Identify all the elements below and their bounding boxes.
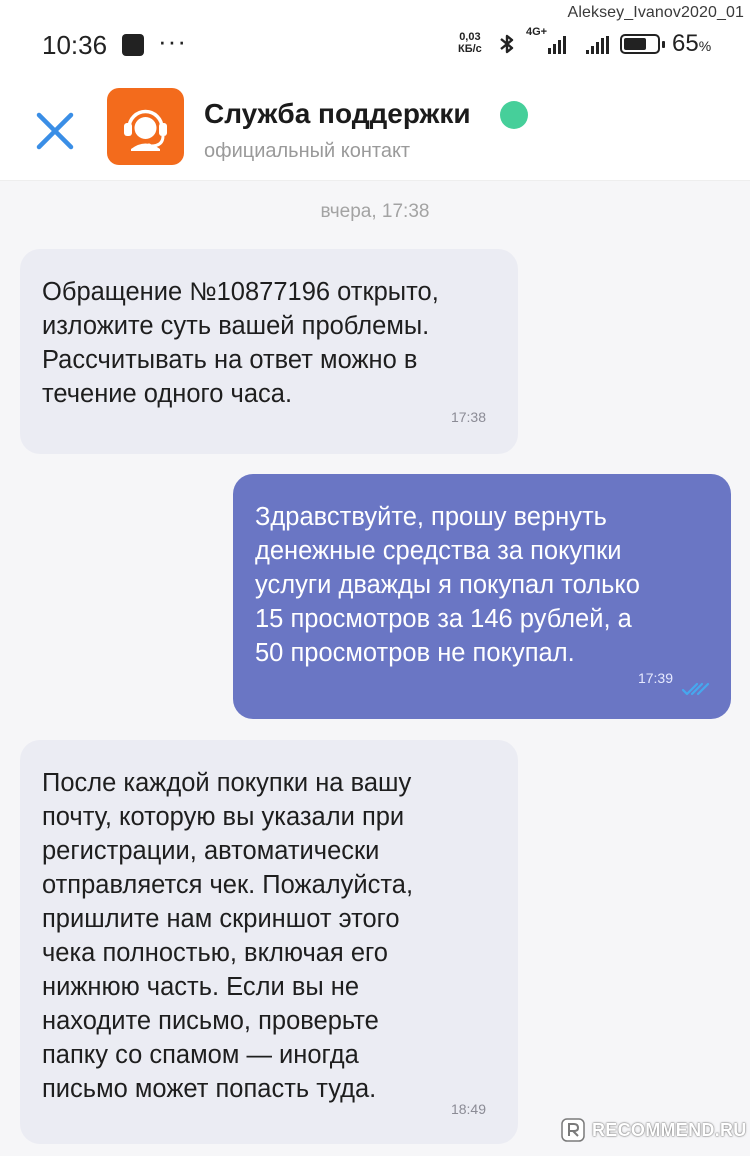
battery-percentage-value: 65 [672, 30, 699, 57]
network-speed-value: 0,03 [459, 31, 481, 43]
support-agent-icon [124, 109, 167, 151]
recommend-watermark-text: RECOMMEND.RU [592, 1119, 747, 1140]
message-bubble-incoming[interactable]: После каждой покупки на вашу почту, кото… [20, 740, 518, 1144]
network-speed: 0,03 КБ/с [458, 31, 482, 55]
message-text: Обращение №10877196 открыто, изложите су… [42, 278, 439, 408]
close-icon [36, 112, 74, 150]
chat-header: Служба поддержки официальный контакт [0, 88, 750, 181]
avatar[interactable] [107, 88, 184, 165]
message-text: После каждой покупки на вашу почту, кото… [42, 769, 414, 1103]
message-time: 17:38 [450, 409, 486, 425]
more-notifications-icon: ··· [158, 26, 187, 56]
message-bubble-incoming[interactable]: Обращение №10877196 открыто, изложите су… [20, 249, 518, 454]
message-text: Здравствуйте, прошу вернуть денежные сре… [255, 503, 640, 667]
notification-icon [122, 34, 144, 56]
status-bar: 10:36 ··· 0,03 КБ/с 4G+ 65% [0, 0, 750, 88]
message-time: 17:39 [637, 670, 673, 686]
date-separator: вчера, 17:38 [320, 201, 430, 222]
recommend-logo-icon [561, 1118, 585, 1142]
double-check-icon [681, 682, 710, 696]
message-list[interactable]: вчера, 17:38 Обращение №10877196 открыто… [0, 181, 750, 1156]
recommend-watermark: RECOMMEND.RU [560, 1117, 747, 1143]
signal-strength-2-icon [586, 36, 609, 54]
message-time: 18:49 [450, 1101, 486, 1117]
signal-strength-icon [548, 36, 566, 54]
close-button[interactable] [30, 106, 80, 156]
bluetooth-icon [500, 34, 514, 54]
battery-percentage-unit: % [698, 38, 712, 54]
battery-icon [620, 34, 665, 54]
status-time: 10:36 [42, 30, 108, 60]
message-bubble-outgoing[interactable]: Здравствуйте, прошу вернуть денежные сре… [233, 474, 731, 719]
chat-title: Служба поддержки [204, 98, 471, 129]
online-status-dot [500, 101, 528, 129]
chat-subtitle: официальный контакт [204, 140, 411, 162]
network-type-label: 4G+ [526, 26, 548, 38]
network-speed-unit: КБ/с [458, 43, 482, 55]
battery-percentage: 65% [672, 30, 711, 58]
